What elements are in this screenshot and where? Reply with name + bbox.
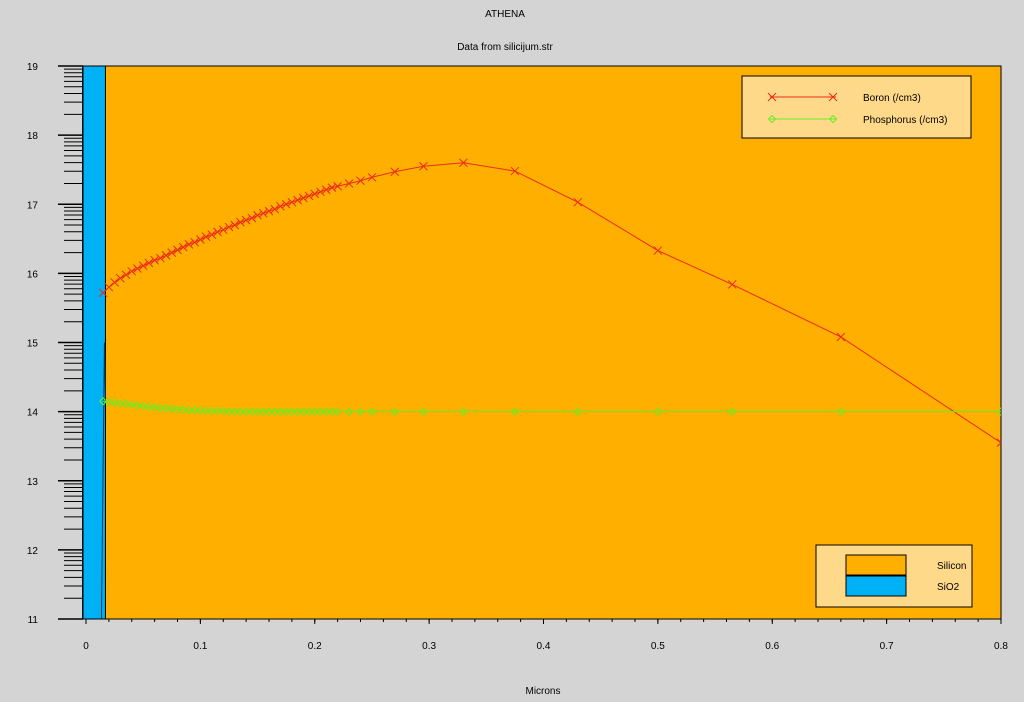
y-tick-label: 17 [27,200,39,211]
chart-title: ATHENA [485,9,525,20]
region-swatch [845,554,907,576]
legend-label: Phosphorus (/cm3) [863,115,947,126]
x-tick-label: 0.6 [765,641,779,652]
region-legend: Silicon SiO2 [815,544,973,608]
legend-label: Boron (/cm3) [863,93,921,104]
series-legend: Boron (/cm3) Phosphorus (/cm3) [741,75,972,139]
y-tick-label: 11 [28,615,39,626]
x-tick-label: 0.1 [193,641,207,652]
x-tick-label: 0.4 [537,641,551,652]
x-tick-label: 0.3 [422,641,436,652]
x-tick-label: 0.7 [880,641,894,652]
x-tick-label: 0 [83,641,89,652]
legend-box [741,75,972,139]
chart-root: ATHENA Data from silicijum.str Microns 1… [0,0,1024,697]
y-tick-label: 14 [27,408,39,419]
region-legend-label: Silicon [937,561,966,572]
y-tick-label: 12 [27,546,39,557]
athena-chart: ATHENA Data from silicijum.str Microns 1… [27,9,1009,697]
y-tick-label: 13 [27,477,39,488]
y-tick-label: 19 [27,62,39,73]
x-tick-label: 0.5 [651,641,665,652]
x-axis-label: Microns [525,686,560,697]
region-swatch [845,575,907,597]
chart-subtitle: Data from silicijum.str [457,42,553,53]
region-silicon [105,66,1002,619]
x-tick-label: 0.2 [308,641,322,652]
region-legend-label: SiO2 [937,582,960,593]
y-tick-label: 18 [27,131,39,142]
x-tick-label: 0.8 [994,641,1008,652]
y-tick-label: 15 [27,339,39,350]
material-regions [82,65,1002,620]
y-tick-label: 16 [27,269,39,280]
